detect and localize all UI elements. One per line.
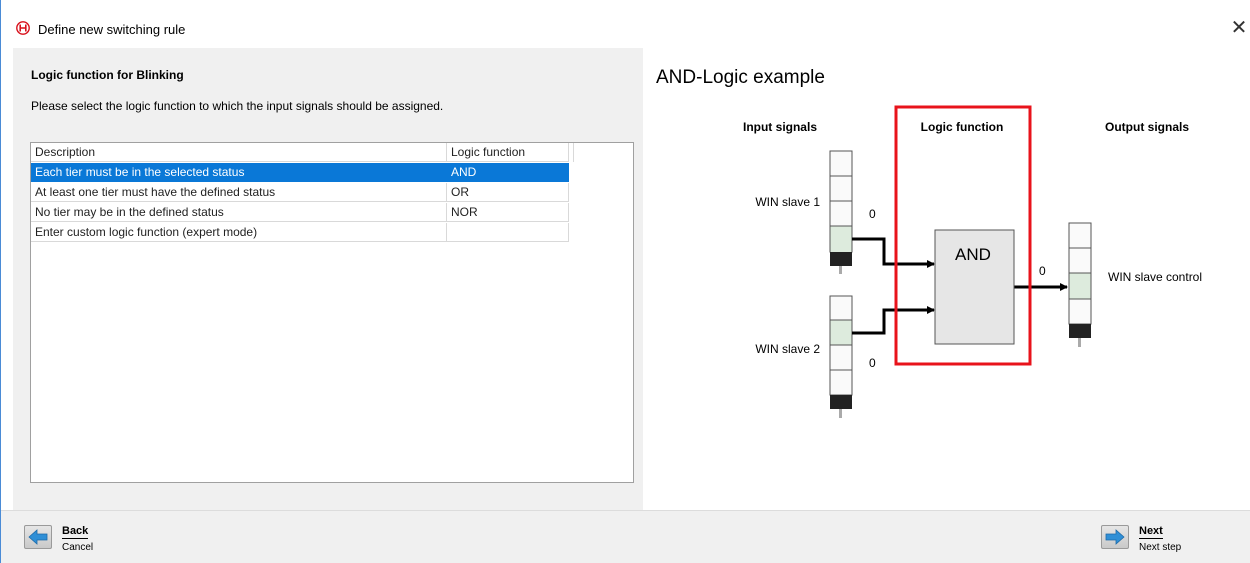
column-header-logic-function[interactable]: Logic function	[447, 143, 569, 162]
and-logic-diagram: Input signals Logic function Output sign…	[743, 105, 1202, 418]
instruction-text: Please select the logic function to whic…	[31, 99, 444, 113]
output-value: 0	[1039, 264, 1046, 278]
signal-tower-icon	[829, 295, 853, 418]
input-2-value: 0	[869, 356, 876, 370]
example-pane: AND-Logic example Input signals Logic fu…	[644, 48, 1250, 510]
arrow-right-icon	[1101, 525, 1129, 549]
input-2-label: WIN slave 2	[755, 342, 820, 356]
next-label: Next	[1139, 525, 1163, 539]
row-description: No tier may be in the defined status	[31, 203, 447, 222]
row-description: At least one tier must have the defined …	[31, 183, 447, 202]
logic-function-table: Description Logic function Each tier mus…	[30, 142, 634, 483]
close-icon[interactable]: ✕	[1229, 18, 1249, 38]
arrow-left-icon	[24, 525, 52, 549]
dialog-window: Define new switching rule ✕ Logic functi…	[0, 0, 1250, 563]
logic-function-header: Logic function	[921, 120, 1004, 134]
column-header-filler	[569, 143, 574, 162]
window-title: Define new switching rule	[38, 22, 186, 37]
input-2-connector	[852, 306, 935, 335]
input-1-value: 0	[869, 207, 876, 221]
wizard-footer: Back Cancel Next Next step	[1, 510, 1250, 563]
back-label: Back	[62, 525, 89, 539]
logic-selection-pane: Logic function for Blinking Please selec…	[13, 48, 643, 510]
section-heading: Logic function for Blinking	[31, 68, 184, 82]
title-bar: Define new switching rule ✕	[1, 0, 1250, 48]
back-button[interactable]: Back Cancel	[24, 525, 124, 555]
row-logic-function: AND	[447, 163, 569, 182]
gate-label: AND	[955, 245, 991, 264]
output-label: WIN slave control	[1108, 270, 1202, 284]
row-logic-function: NOR	[447, 203, 569, 222]
werma-logo-icon	[16, 21, 30, 35]
row-description: Each tier must be in the selected status	[31, 163, 447, 182]
input-1-label: WIN slave 1	[755, 195, 820, 209]
signal-tower-icon	[829, 150, 853, 274]
cancel-label[interactable]: Cancel	[62, 542, 93, 553]
column-header-description[interactable]: Description	[31, 143, 447, 162]
output-signals-header: Output signals	[1105, 120, 1189, 134]
next-step-label: Next step	[1139, 542, 1182, 553]
row-logic-function: OR	[447, 183, 569, 202]
next-button[interactable]: Next Next step	[1101, 525, 1211, 555]
input-signals-header: Input signals	[743, 120, 817, 134]
row-description: Enter custom logic function (expert mode…	[31, 223, 447, 242]
row-logic-function	[447, 223, 569, 242]
signal-tower-icon	[1068, 222, 1092, 347]
input-1-connector	[852, 237, 935, 268]
